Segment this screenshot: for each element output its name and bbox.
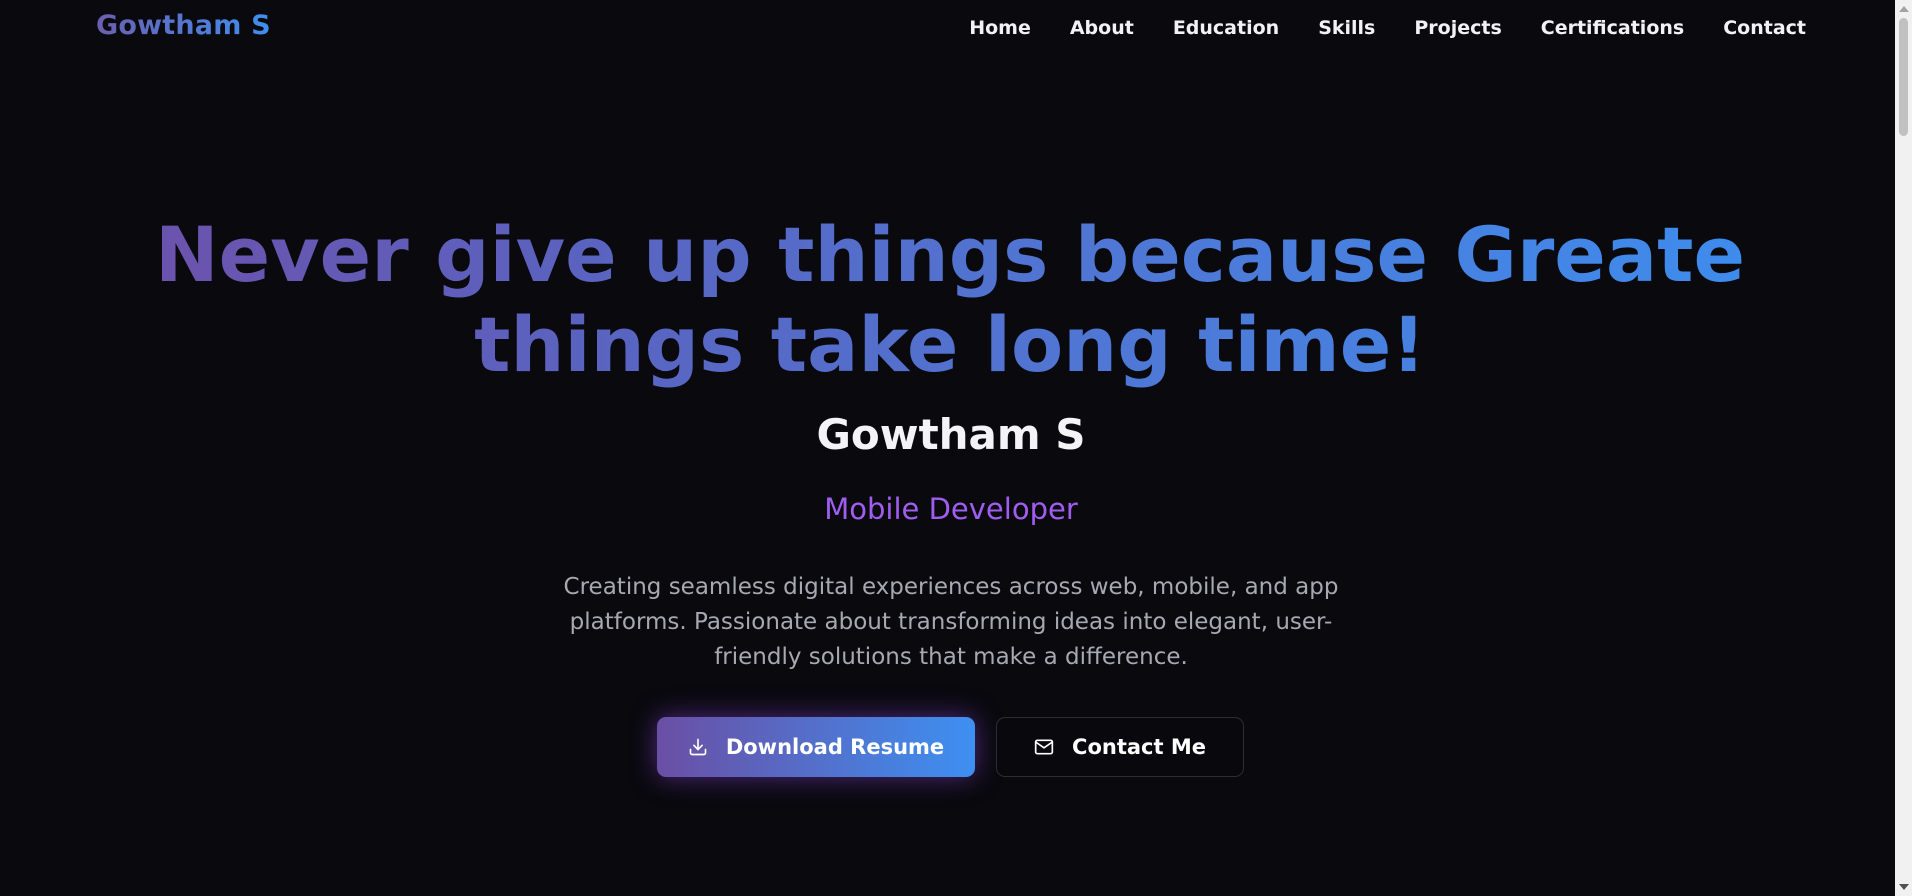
contact-me-button[interactable]: Contact Me [996,717,1244,777]
scroll-down-arrow-icon[interactable] [1899,884,1909,890]
nav-link-education[interactable]: Education [1173,17,1279,39]
nav-link-contact[interactable]: Contact [1723,17,1806,39]
nav-link-projects[interactable]: Projects [1414,17,1501,39]
page-scrollbar[interactable] [1895,0,1912,896]
hero-headline-line-1: Never give up things because Greate [154,210,1746,299]
hero-description: Creating seamless digital experiences ac… [563,574,1339,670]
hero-headline-line-2: things take long time! [474,300,1426,389]
download-resume-label: Download Resume [725,735,945,759]
download-resume-button[interactable]: Download Resume [657,717,975,777]
hero-headline: Never give up things because Greate thin… [50,210,1850,390]
contact-me-label: Contact Me [1072,735,1206,759]
top-navigation: Gowtham S Home About Education Skills Pr… [0,0,1895,56]
hero-actions: Download Resume Contact Me [657,717,1244,777]
nav-link-about[interactable]: About [1070,17,1134,39]
nav-link-home[interactable]: Home [969,17,1031,39]
nav-link-skills[interactable]: Skills [1318,17,1375,39]
nav-links: Home About Education Skills Projects Cer… [969,17,1806,39]
scrollbar-thumb[interactable] [1899,18,1908,136]
hero-name: Gowtham S [816,410,1086,459]
download-icon [688,737,708,757]
mail-icon [1034,737,1054,757]
scroll-up-arrow-icon[interactable] [1899,6,1909,12]
portfolio-page: Gowtham S Home About Education Skills Pr… [0,0,1912,896]
nav-link-certifications[interactable]: Certifications [1541,17,1684,39]
hero-role: Mobile Developer [824,492,1078,526]
site-logo[interactable]: Gowtham S [96,10,271,41]
